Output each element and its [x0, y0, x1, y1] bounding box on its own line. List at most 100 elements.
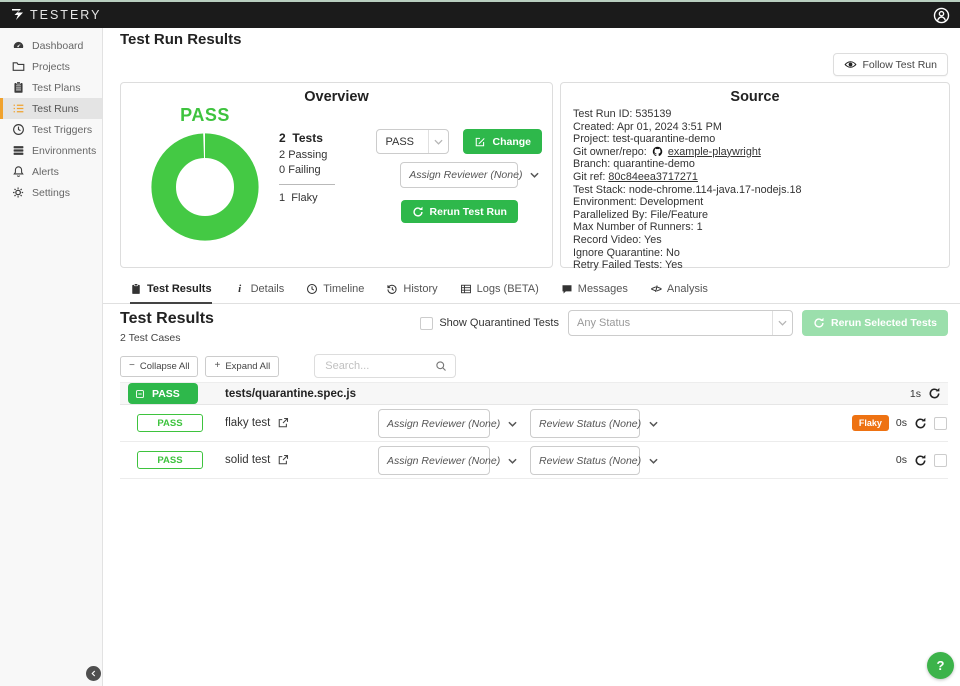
- sidebar-item-test-runs[interactable]: Test Runs: [0, 98, 102, 119]
- top-bar: TESTERY: [0, 0, 960, 28]
- show-quarantined-label: Show Quarantined Tests: [439, 317, 559, 329]
- tab-bar: Test Results i Details Timeline History …: [103, 283, 960, 304]
- source-field-label: Created:: [573, 121, 614, 133]
- overview-controls: PASS Change Assign Reviewer (None): [376, 129, 542, 246]
- assign-reviewer-value: Assign Reviewer (None): [379, 455, 508, 467]
- sidebar-item-environments[interactable]: Environments: [0, 140, 102, 161]
- sidebar-item-projects[interactable]: Projects: [0, 56, 102, 77]
- status-select[interactable]: PASS: [376, 129, 449, 154]
- rerun-test-run-button[interactable]: Rerun Test Run: [401, 200, 518, 223]
- tests-count: 2: [279, 131, 286, 145]
- source-field-label: Parallelized By:: [573, 209, 647, 221]
- results-heading: Test Results: [120, 310, 214, 328]
- search-box[interactable]: [314, 354, 456, 378]
- tab-test-results[interactable]: Test Results: [130, 283, 212, 304]
- source-field-value: node-chrome.114-java.17-nodejs.18: [629, 184, 802, 196]
- source-field-value: 535139: [635, 108, 671, 120]
- assign-reviewer-select[interactable]: Assign Reviewer (None): [378, 409, 490, 438]
- source-card: Source Test Run ID: 535139 Created: Apr …: [560, 82, 950, 268]
- collapse-all-label: Collapse All: [140, 361, 190, 372]
- collapse-all-button[interactable]: − Collapse All: [120, 356, 198, 377]
- tab-messages[interactable]: Messages: [561, 283, 628, 304]
- source-field-label: Branch:: [573, 158, 610, 170]
- tab-analysis[interactable]: </> Analysis: [650, 283, 708, 304]
- source-field-value: 1: [697, 221, 703, 233]
- server-stack-icon: [12, 144, 25, 157]
- rerun-selected-tests-button[interactable]: Rerun Selected Tests: [802, 310, 948, 336]
- brand[interactable]: TESTERY: [10, 7, 101, 23]
- sidebar-item-settings[interactable]: Settings: [0, 182, 102, 203]
- refresh-icon[interactable]: [914, 454, 927, 467]
- assign-reviewer-select[interactable]: Assign Reviewer (None): [400, 162, 518, 188]
- sidebar-item-label: Projects: [32, 61, 70, 73]
- source-field-value: Yes: [665, 259, 683, 271]
- sidebar-item-dashboard[interactable]: Dashboard: [0, 35, 102, 56]
- git-repo-link[interactable]: example-playwright: [668, 146, 761, 158]
- status-donut-chart: [146, 128, 264, 246]
- tab-logs[interactable]: Logs (BETA): [460, 283, 539, 304]
- external-link-icon[interactable]: [277, 417, 289, 429]
- table-icon: [460, 283, 472, 295]
- assign-reviewer-select[interactable]: Assign Reviewer (None): [378, 446, 490, 475]
- follow-test-run-button[interactable]: Follow Test Run: [833, 53, 948, 76]
- gear-icon: [12, 186, 25, 199]
- status-donut-block: PASS: [131, 105, 279, 246]
- refresh-icon[interactable]: [914, 417, 927, 430]
- source-title: Source: [561, 89, 949, 105]
- sidebar-item-alerts[interactable]: Alerts: [0, 161, 102, 182]
- show-quarantined-checkbox[interactable]: [420, 317, 433, 330]
- clock-icon: [306, 283, 318, 295]
- help-button[interactable]: ?: [927, 652, 954, 679]
- tab-history[interactable]: History: [386, 283, 437, 304]
- collapse-square-icon: [135, 389, 145, 399]
- flaky-count: 1: [279, 192, 285, 204]
- list-icon: [12, 102, 25, 115]
- source-field-label: Git ref:: [573, 171, 605, 183]
- rerun-selected-tests-label: Rerun Selected Tests: [831, 317, 937, 329]
- brand-name: TESTERY: [30, 8, 101, 22]
- test-status-badge[interactable]: PASS: [137, 414, 203, 432]
- sidebar-item-label: Settings: [32, 187, 70, 199]
- source-field-label: Max Number of Runners:: [573, 221, 694, 233]
- test-duration: 0s: [896, 454, 907, 466]
- git-ref-link[interactable]: 80c84eea3717271: [608, 171, 697, 183]
- test-status-badge[interactable]: PASS: [137, 451, 203, 469]
- flaky-count-label: Flaky: [291, 192, 317, 204]
- clipboard-icon: [130, 283, 142, 295]
- tab-label: Messages: [578, 283, 628, 295]
- user-account-icon[interactable]: [933, 7, 950, 24]
- test-file-group-row[interactable]: PASS tests/quarantine.spec.js 1s: [120, 382, 948, 405]
- tab-details[interactable]: i Details: [234, 283, 285, 304]
- change-status-button[interactable]: Change: [463, 129, 542, 154]
- expand-all-button[interactable]: + Expand All: [205, 356, 279, 377]
- sidebar-item-label: Test Runs: [32, 103, 79, 115]
- external-link-icon[interactable]: [277, 454, 289, 466]
- select-test-checkbox[interactable]: [934, 454, 947, 467]
- change-status-label: Change: [492, 136, 531, 148]
- sidebar-item-test-triggers[interactable]: Test Triggers: [0, 119, 102, 140]
- stats-divider: [279, 184, 335, 185]
- status-select-value: PASS: [377, 136, 422, 148]
- sidebar-collapse-button[interactable]: [86, 666, 101, 681]
- status-filter-select[interactable]: Any Status: [568, 310, 793, 336]
- show-quarantined-toggle[interactable]: Show Quarantined Tests: [420, 317, 559, 330]
- select-test-checkbox[interactable]: [934, 417, 947, 430]
- refresh-icon[interactable]: [928, 387, 941, 400]
- review-status-select[interactable]: Review Status (None): [530, 446, 640, 475]
- help-label: ?: [937, 658, 945, 673]
- sidebar-item-label: Test Triggers: [32, 124, 92, 136]
- passing-count: 2 Passing: [279, 148, 376, 163]
- edit-icon: [474, 136, 486, 148]
- tab-timeline[interactable]: Timeline: [306, 283, 364, 304]
- review-status-select[interactable]: Review Status (None): [530, 409, 640, 438]
- group-status-badge[interactable]: PASS: [128, 383, 198, 404]
- refresh-icon: [412, 206, 424, 218]
- sidebar-item-label: Environments: [32, 145, 96, 157]
- main-content: Test Run Results Follow Test Run Overvie…: [103, 28, 960, 686]
- review-status-value: Review Status (None): [531, 418, 649, 430]
- chevron-down-icon: [508, 421, 524, 427]
- chevron-down-icon: [508, 458, 524, 464]
- search-input[interactable]: [323, 359, 435, 373]
- clipboard-icon: [12, 81, 25, 94]
- sidebar-item-test-plans[interactable]: Test Plans: [0, 77, 102, 98]
